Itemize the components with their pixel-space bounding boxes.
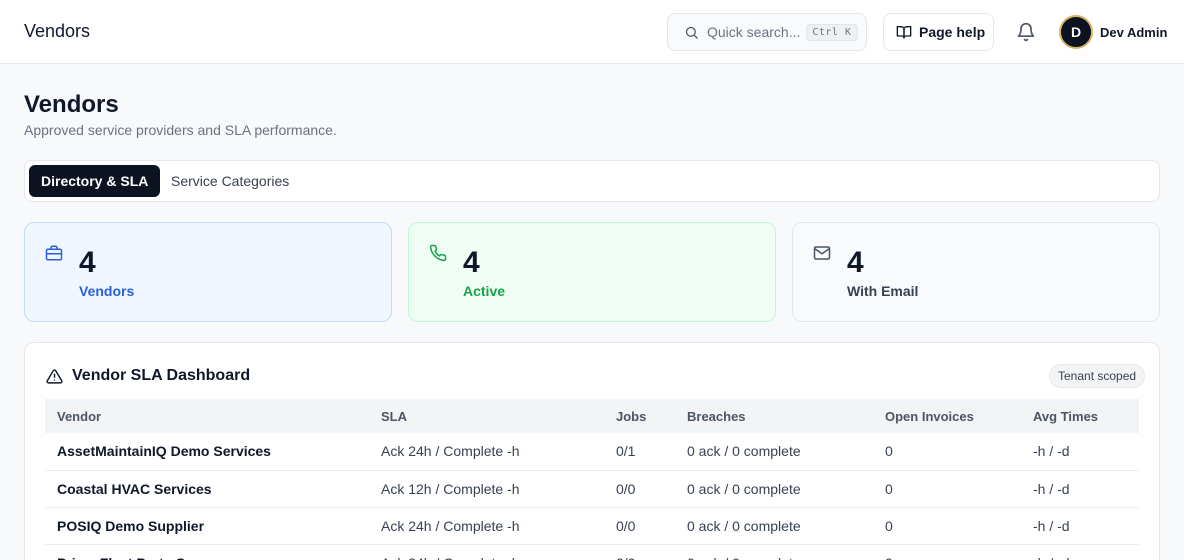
avg-times-cell: -h / -d [1021,544,1139,560]
jobs-cell: 0/0 [616,480,636,497]
user-name[interactable]: Dev Admin [1100,25,1167,40]
app-title: Vendors [24,21,91,41]
warning-icon [46,369,63,384]
jobs-cell: 0/0 [616,517,636,534]
avg-times-cell: -h / -d [1033,443,1070,460]
page-title: Vendors [24,91,119,118]
stat-card-with-email: 4 With Email [792,222,1160,322]
table-row[interactable]: AssetMaintainIQ Demo Services Ack 24h / … [45,433,1139,470]
panel-title: Vendor SLA Dashboard [72,367,251,384]
avg-times-cell: -h / -d [1033,480,1070,497]
quick-search[interactable]: Quick search... Ctrl K [667,13,867,51]
column-header-jobs[interactable]: Jobs [604,399,675,433]
open-invoices-cell: 0 [885,443,893,460]
tab-bar: Directory & SLA Service Categories [24,160,1160,202]
stat-label: Vendors [79,283,135,299]
vendor-name[interactable]: Prime Fleet Parts Co [45,544,369,560]
stat-value: 4 [463,246,480,279]
breaches-cell: 0 ack / 0 complete [687,480,801,497]
book-icon [896,26,912,39]
stat-card-active: 4 Active [408,222,776,322]
jobs-cell: 0/1 [616,443,636,460]
column-header-avg-times[interactable]: Avg Times [1021,399,1139,433]
column-header-sla[interactable]: SLA [369,399,604,433]
top-bar: Vendors Quick search... Ctrl K Page help… [0,0,1184,64]
vendor-sla-table: Vendor SLA Jobs Breaches Open Invoices A… [45,399,1139,560]
mail-icon [813,246,831,260]
column-header-open-invoices[interactable]: Open Invoices [873,399,1021,433]
table-header-row: Vendor SLA Jobs Breaches Open Invoices A… [45,399,1139,433]
phone-icon [429,244,447,262]
sla-cell: Ack 24h / Complete -h [381,517,520,534]
vendor-name[interactable]: AssetMaintainIQ Demo Services [45,433,369,470]
vendor-sla-dashboard: Vendor SLA Dashboard Tenant scoped Vendo… [24,342,1160,560]
sla-cell: Ack 24h / Complete -h [381,443,520,460]
stat-value: 4 [847,246,864,279]
bell-icon[interactable] [1016,22,1036,42]
open-invoices-cell: 0 [885,517,893,534]
stat-card-vendors: 4 Vendors [24,222,392,322]
avg-times-cell: -h / -d [1033,517,1070,534]
sla-cell: Ack 12h / Complete -h [381,480,520,497]
avatar[interactable]: D [1059,15,1093,49]
stat-label: Active [463,283,506,299]
jobs-cell: 0/0 [604,544,675,560]
stat-value: 4 [79,246,96,279]
breaches-cell: 0 ack / 0 complete [675,544,873,560]
table-row[interactable]: Coastal HVAC Services Ack 12h / Complete… [45,470,1139,507]
briefcase-icon [45,245,63,261]
open-invoices-cell: 0 [885,480,893,497]
stat-label: With Email [847,283,919,299]
column-header-breaches[interactable]: Breaches [675,399,873,433]
search-placeholder: Quick search... [707,24,801,40]
vendor-name[interactable]: POSIQ Demo Supplier [45,507,369,544]
page-help-button[interactable]: Page help [883,13,994,51]
table-row[interactable]: POSIQ Demo Supplier Ack 24h / Complete -… [45,507,1139,544]
column-header-vendor[interactable]: Vendor [45,399,369,433]
breaches-cell: 0 ack / 0 complete [687,517,801,534]
search-shortcut: Ctrl K [806,23,858,41]
tab-service-categories[interactable]: Service Categories [159,165,301,197]
vendor-name[interactable]: Coastal HVAC Services [45,470,369,507]
open-invoices-cell: 0 [873,544,1021,560]
table-row[interactable]: Prime Fleet Parts Co Ack 24h / Complete … [45,544,1139,560]
page-help-label: Page help [919,24,986,40]
page-subtitle: Approved service providers and SLA perfo… [24,122,337,138]
sla-cell: Ack 24h / Complete -h [369,544,604,560]
breaches-cell: 0 ack / 0 complete [687,443,801,460]
search-icon [685,26,698,39]
tab-directory-sla[interactable]: Directory & SLA [29,165,161,197]
status-badge: Tenant scoped [1049,364,1146,388]
